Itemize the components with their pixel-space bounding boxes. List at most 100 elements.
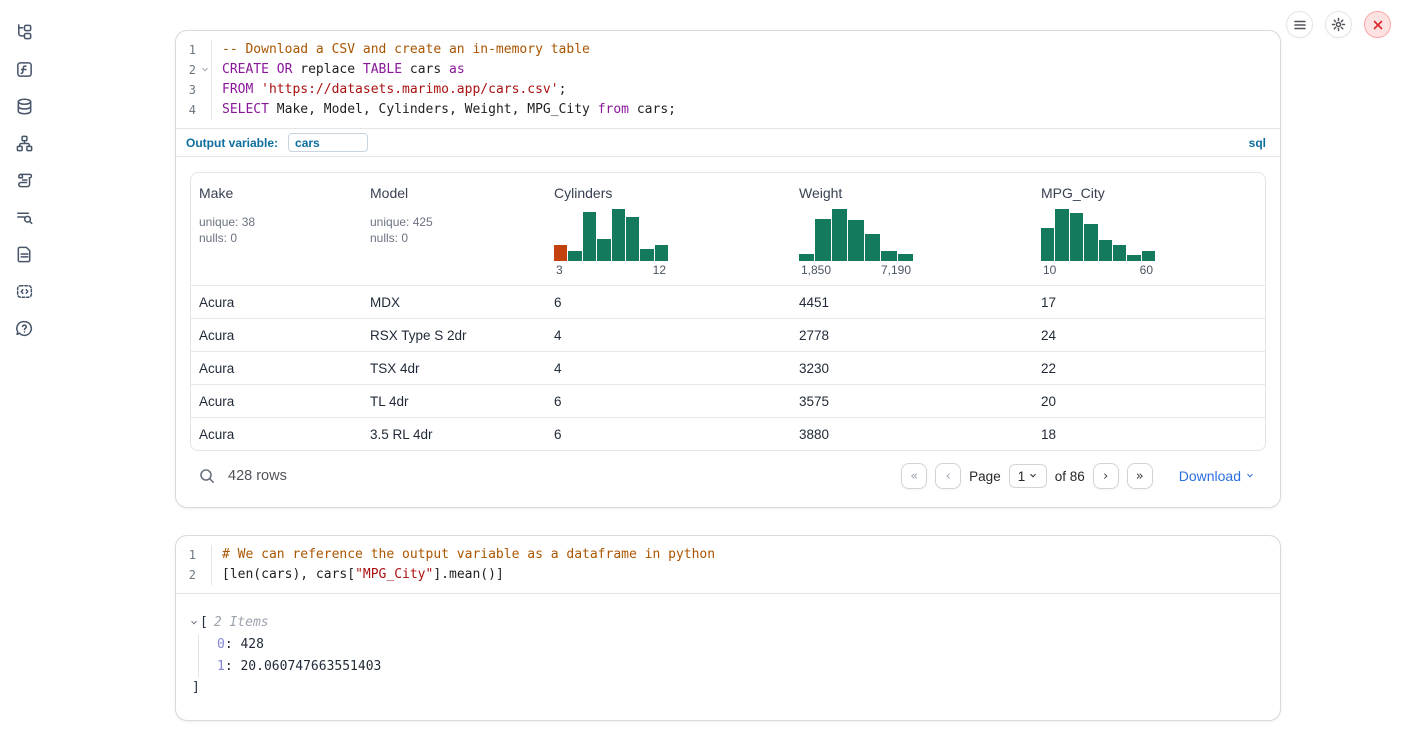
histogram-bar [832,209,847,261]
table-cell: 3230 [791,352,1033,384]
last-page-button[interactable]: » [1127,463,1153,489]
code-text: [len(cars), cars["MPG_City"].mean()] [212,565,504,585]
help-icon[interactable] [14,318,34,338]
python-code-editor[interactable]: 1# We can reference the output variable … [176,536,1280,593]
histogram-bar [1127,255,1140,261]
sql-code-editor[interactable]: 1-- Download a CSV and create an in-memo… [176,31,1280,128]
chevron-down-icon [192,621,196,625]
close-bracket: ] [192,678,1264,698]
data-table: Makeunique: 38nulls: 0Modelunique: 425nu… [190,172,1266,451]
histogram-bar [583,212,596,261]
table-row[interactable]: AcuraMDX6445117 [191,285,1265,318]
column-header: Model unique: 425nulls: 0 [362,173,546,285]
histogram-bar [568,251,581,261]
documentation-icon[interactable] [14,244,34,264]
sql-cell-output: Makeunique: 38nulls: 0Modelunique: 425nu… [176,157,1280,507]
column-histogram[interactable]: 1060 [1041,209,1155,277]
file-explorer-icon[interactable] [14,22,34,42]
sql-cell: 1-- Download a CSV and create an in-memo… [175,30,1281,508]
column-header-label[interactable]: Make [199,185,352,201]
column-stats: unique: 38 [199,214,352,230]
page-label: Page [969,469,1001,484]
histogram-axis-label: 3 [556,263,563,277]
logs-icon[interactable] [14,207,34,227]
table-row[interactable]: AcuraRSX Type S 2dr4277824 [191,318,1265,351]
histogram-bar [898,254,913,261]
page-select[interactable]: 1 [1009,464,1047,488]
language-badge: sql [1249,136,1266,150]
chevron-down-icon [1247,472,1253,478]
code-text: FROM 'https://datasets.marimo.app/cars.c… [212,80,566,100]
snippets-icon[interactable] [14,281,34,301]
table-row[interactable]: AcuraTSX 4dr4323022 [191,351,1265,384]
line-number: 2 [176,60,212,80]
previous-page-button[interactable]: ‹ [935,463,961,489]
histogram-bar [1113,245,1126,261]
histogram-bar [865,234,880,261]
column-stats: nulls: 0 [370,230,536,246]
code-text: CREATE OR replace TABLE cars as [212,60,465,80]
tree-entry-index: 0 [217,637,225,652]
table-cell: MDX [362,286,546,318]
scratchpad-icon[interactable] [14,170,34,190]
table-cell: Acura [191,319,362,351]
code-line: 4SELECT Make, Model, Cylinders, Weight, … [176,100,1280,120]
column-header-label[interactable]: Cylinders [554,185,781,201]
sidebar [0,0,48,729]
table-row[interactable]: AcuraTL 4dr6357520 [191,384,1265,417]
column-header-label[interactable]: Weight [799,185,1023,201]
histogram-axis-label: 12 [653,263,666,277]
column-histogram[interactable]: 1,8507,190 [799,209,913,277]
download-button[interactable]: Download [1179,468,1252,484]
column-header: Make unique: 38nulls: 0 [191,173,362,285]
column-stats: nulls: 0 [199,230,352,246]
fold-chevron-icon[interactable] [202,66,208,72]
next-page-button[interactable]: › [1093,463,1119,489]
tree-root[interactable]: [ 2 Items [192,612,1264,634]
histogram-bar [1070,213,1083,261]
search-button[interactable] [196,465,218,487]
histogram-axis-label: 10 [1043,263,1056,277]
output-variable-input[interactable] [288,133,368,152]
line-number: 2 [176,565,212,585]
histogram-bar [1055,209,1068,261]
tree-entry: 0: 428 [217,634,1264,656]
code-text: # We can reference the output variable a… [212,545,715,565]
output-variable-label: Output variable: [186,136,278,150]
table-cell: 6 [546,385,791,417]
column-header-label[interactable]: Model [370,185,536,201]
histogram-bar [612,209,625,261]
tree-entry-value: : 20.060747663551403 [225,659,382,674]
column-header: Weight 1,8507,190 [791,173,1033,285]
histogram-bar [1142,251,1155,261]
table-cell: 22 [1033,352,1265,384]
table-cell: 18 [1033,418,1265,450]
histogram-bar [554,245,567,261]
column-header-label[interactable]: MPG_City [1041,185,1255,201]
line-number: 1 [176,40,212,60]
histogram-bar [815,219,830,261]
histogram-bar [881,251,896,261]
table-row[interactable]: Acura3.5 RL 4dr6388018 [191,417,1265,450]
python-cell: 1# We can reference the output variable … [175,535,1281,721]
output-variable-bar: Output variable: sql [176,129,1280,156]
code-text: -- Download a CSV and create an in-memor… [212,40,590,60]
first-page-button[interactable]: « [901,463,927,489]
code-line: 1-- Download a CSV and create an in-memo… [176,40,1280,60]
items-count: 2 Items [214,612,269,634]
code-text: SELECT Make, Model, Cylinders, Weight, M… [212,100,676,120]
tree-entry: 1: 20.060747663551403 [217,656,1264,678]
column-histogram[interactable]: 3 12 [554,209,668,277]
histogram-bar [640,249,653,261]
dependency-graph-icon[interactable] [14,133,34,153]
line-number: 4 [176,100,212,120]
variables-icon[interactable] [14,59,34,79]
page-select-value: 1 [1018,469,1026,484]
table-cell: Acura [191,418,362,450]
line-number: 3 [176,80,212,100]
column-header: MPG_City 1060 [1033,173,1265,285]
datasources-icon[interactable] [14,96,34,116]
table-cell: 4 [546,319,791,351]
column-stats: unique: 425 [370,214,536,230]
histogram-axis-label: 7,190 [881,263,911,277]
